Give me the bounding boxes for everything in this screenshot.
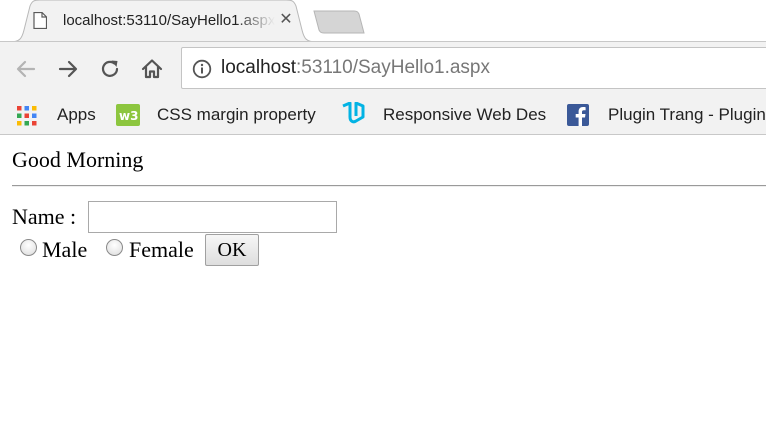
address-bar[interactable]: localhost:53110/SayHello1.aspx: [181, 47, 766, 89]
forward-arrow-icon[interactable]: [55, 56, 81, 82]
url-text: localhost:53110/SayHello1.aspx: [221, 57, 490, 79]
back-arrow-icon[interactable]: [13, 56, 39, 82]
browser-toolbar: localhost:53110/SayHello1.aspx: [0, 42, 766, 96]
bookmark-apps[interactable]: Apps: [16, 96, 106, 134]
bookmark-label: Plugin Trang - Plugin: [608, 105, 766, 124]
close-icon[interactable]: ✕: [278, 11, 294, 29]
tab-active[interactable]: localhost:53110/SayHello1.aspx ✕: [10, 0, 316, 42]
url-host: localhost: [221, 57, 296, 78]
page-content: Good Morning Name : Male Female OK: [0, 135, 766, 444]
udacity-icon: [340, 101, 366, 133]
ok-button[interactable]: OK: [205, 234, 259, 266]
url-path: :53110/SayHello1.aspx: [296, 57, 490, 78]
bookmark-responsive-web[interactable]: Responsive Web Des: [340, 96, 550, 134]
info-icon[interactable]: [192, 59, 212, 79]
bookmark-label: CSS margin property: [157, 105, 316, 124]
bookmark-plugin-trang[interactable]: Plugin Trang - Plugin: [567, 96, 766, 134]
bookmarks-bar: Apps w3 CSS margin property Responsive W…: [0, 96, 766, 134]
female-radio[interactable]: [106, 239, 123, 256]
horizontal-rule: [12, 185, 766, 187]
male-label: Male: [42, 237, 88, 262]
bookmark-css-margin[interactable]: w3 CSS margin property: [116, 96, 331, 134]
apps-grid-icon: [16, 105, 38, 132]
name-label: Name :: [12, 204, 77, 229]
name-input[interactable]: [88, 201, 337, 233]
new-tab-button[interactable]: [312, 10, 366, 34]
female-label: Female: [129, 237, 194, 262]
bookmark-label: Responsive Web Des: [383, 105, 547, 124]
svg-text:w3: w3: [119, 109, 138, 123]
tab-strip: localhost:53110/SayHello1.aspx ✕: [0, 0, 766, 42]
reload-icon[interactable]: [97, 56, 123, 82]
home-icon[interactable]: [139, 56, 165, 82]
facebook-icon: [567, 104, 589, 131]
male-radio[interactable]: [20, 239, 37, 256]
page-icon: [33, 11, 48, 30]
page-heading: Good Morning: [12, 147, 144, 172]
tab-title-fade: [235, 10, 275, 32]
bookmark-label: Apps: [57, 105, 96, 124]
w3schools-icon: w3: [116, 104, 140, 131]
